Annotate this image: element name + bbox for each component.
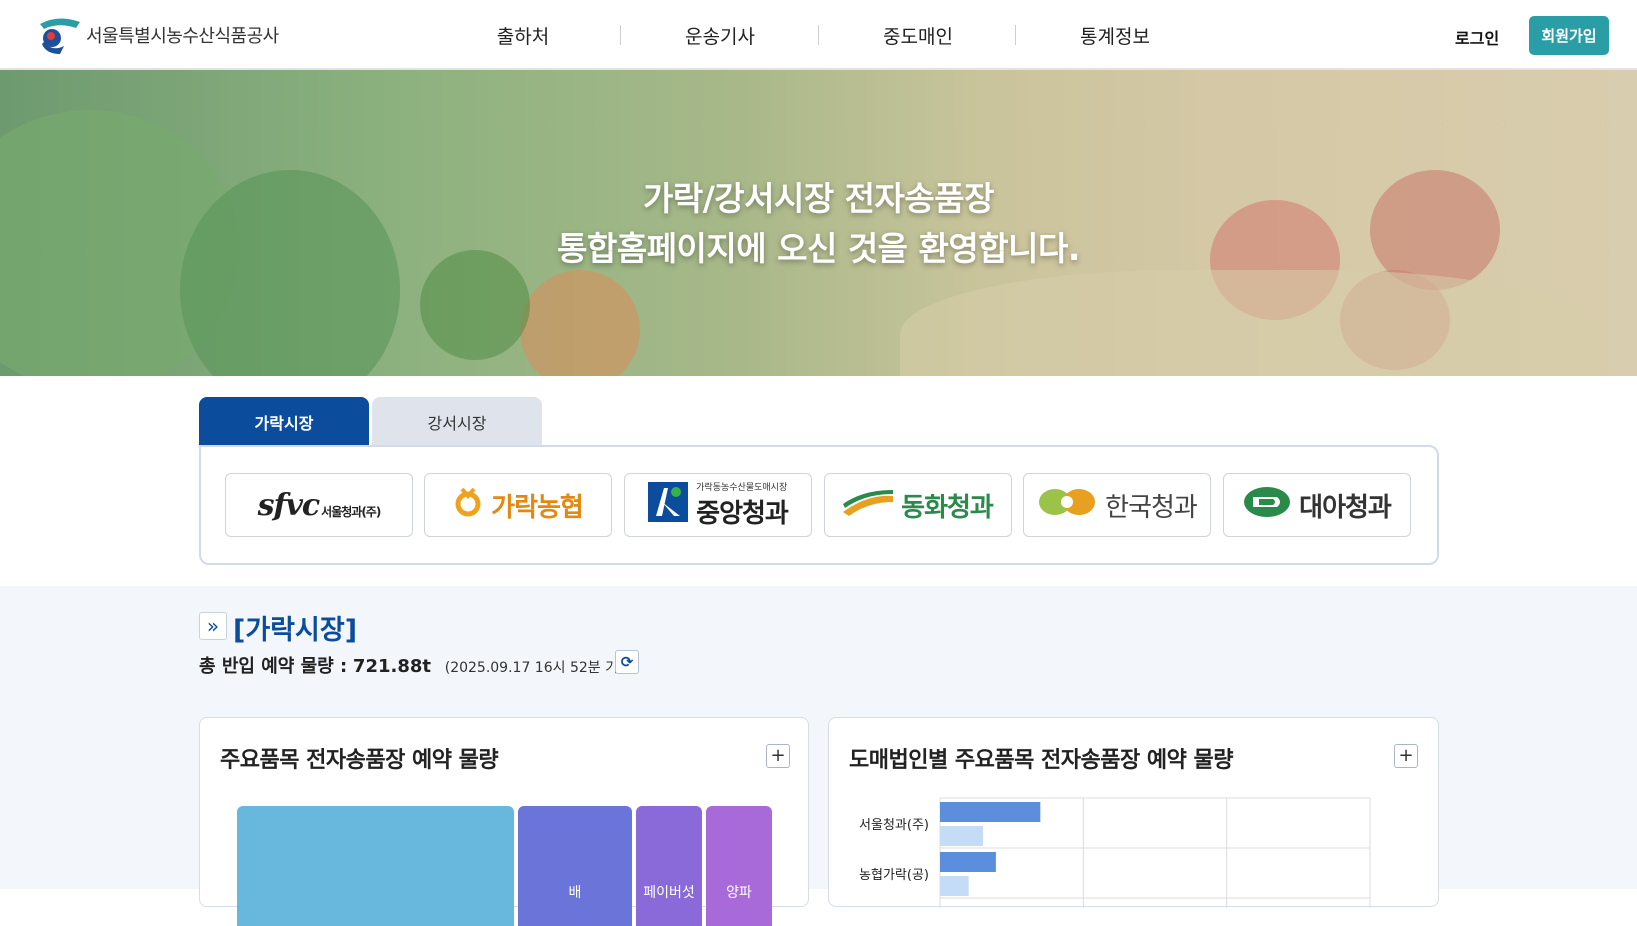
jungang-logo-icon — [648, 481, 689, 529]
section-title: [가락시장] — [233, 615, 358, 646]
plus-icon: + — [770, 745, 786, 766]
company-seoul-cheonggwa[interactable]: sfvc 서울청과(주) — [225, 473, 413, 537]
hero-banner: 가락/강서시장 전자송품장 통합홈페이지에 오신 것을 환영합니다. — [0, 70, 1637, 376]
hero-decoration — [900, 270, 1600, 376]
jungang-text-block: 가락동농수산물도매시장 중앙청과 — [696, 480, 789, 530]
nav-separator — [1015, 25, 1016, 45]
brand-mark-icon — [40, 18, 80, 54]
nav-item-wholesaler[interactable]: 중도매인 — [858, 22, 978, 49]
join-button[interactable]: 회원가입 — [1529, 16, 1609, 55]
as-of-timestamp: (2025.09.17 16시 52분 기준) — [444, 660, 637, 676]
company-donghwa-cheonggwa[interactable]: 동화청과 — [824, 473, 1012, 537]
nav-separator — [620, 25, 621, 45]
total-value: 721.88t — [352, 656, 431, 677]
chart-category-label: 농협가락(공) — [859, 868, 929, 883]
refresh-button[interactable]: ⟳ — [615, 650, 639, 674]
company-name: 서울청과(주) — [321, 504, 381, 519]
double-chevron-right-icon: » — [199, 612, 227, 640]
donghwa-logo-icon — [843, 488, 894, 523]
chart-bar[interactable] — [940, 826, 983, 846]
daea-logo-icon — [1243, 485, 1291, 526]
nav-item-shipper[interactable]: 출하처 — [463, 22, 583, 49]
major-items-card: 주요품목 전자송품장 예약 물량 + 배 페이버섯 양파 — [199, 717, 809, 926]
refresh-icon: ⟳ — [620, 653, 634, 671]
company-name: 한국청과 — [1105, 492, 1198, 523]
company-name: 가락농협 — [491, 492, 584, 523]
card-title: 주요품목 전자송품장 예약 물량 — [220, 748, 499, 773]
hankook-logo-icon — [1037, 485, 1097, 526]
treemap-cell[interactable] — [237, 806, 514, 926]
total-reservation-line: 총 반입 예약 물량 : 721.88t (2025.09.17 16시 52분… — [199, 652, 636, 678]
hero-decoration — [520, 270, 640, 376]
company-hankook-cheonggwa[interactable]: 한국청과 — [1023, 473, 1211, 537]
wholesaler-items-card: 도매법인별 주요품목 전자송품장 예약 물량 + 서울청과(주) 농협가락(공) — [828, 717, 1439, 908]
chart-bar[interactable] — [940, 876, 969, 896]
chart-category-label: 서울청과(주) — [859, 818, 929, 833]
login-link[interactable]: 로그인 — [1455, 25, 1499, 49]
site-header: 서울특별시농수산식품공사 출하처 운송기사 중도매인 통계정보 로그인 회원가입 — [0, 0, 1637, 70]
nav-separator — [818, 25, 819, 45]
company-daea-cheonggwa[interactable]: 대아청과 — [1223, 473, 1411, 537]
chart-bars — [940, 802, 1041, 896]
brand-logo[interactable]: 서울특별시농수산식품공사 — [34, 16, 279, 54]
hero-title-line2: 통합홈페이지에 오신 것을 환영합니다. — [557, 229, 1080, 268]
company-name: 동화청과 — [901, 492, 994, 523]
brand-name: 서울특별시농수산식품공사 — [86, 26, 279, 47]
more-button[interactable]: + — [766, 744, 790, 768]
company-garak-nonghyup[interactable]: 가락농협 — [424, 473, 612, 537]
company-name: 대아청과 — [1299, 492, 1392, 523]
hero-title: 가락/강서시장 전자송품장 통합홈페이지에 오신 것을 환영합니다. — [0, 174, 1637, 274]
company-logo-panel: sfvc 서울청과(주) 가락농협 가락동농수산물도매시장 중앙청과 동화청과 … — [199, 445, 1439, 565]
treemap-cell[interactable]: 양파 — [706, 806, 772, 926]
chart-bar[interactable] — [940, 802, 1041, 822]
tab-gangseo-market[interactable]: 강서시장 — [372, 397, 542, 446]
garak-nonghyup-icon — [453, 487, 483, 524]
nav-item-driver[interactable]: 운송기사 — [660, 22, 780, 49]
sfvc-logo-icon: sfvc — [257, 487, 320, 523]
company-name: 중앙청과 — [696, 499, 789, 529]
chart-bar[interactable] — [940, 852, 996, 872]
hero-title-line1: 가락/강서시장 전자송품장 — [642, 179, 995, 218]
tab-garak-market[interactable]: 가락시장 — [199, 397, 369, 446]
treemap-cell[interactable]: 페이버섯 — [636, 806, 702, 926]
nav-item-statistics[interactable]: 통계정보 — [1055, 22, 1175, 49]
company-jungang-cheonggwa[interactable]: 가락동농수산물도매시장 중앙청과 — [624, 473, 812, 537]
treemap-cell[interactable]: 배 — [518, 806, 632, 926]
company-subtitle: 가락동농수산물도매시장 — [696, 483, 788, 493]
total-label: 총 반입 예약 물량 : — [199, 656, 348, 677]
